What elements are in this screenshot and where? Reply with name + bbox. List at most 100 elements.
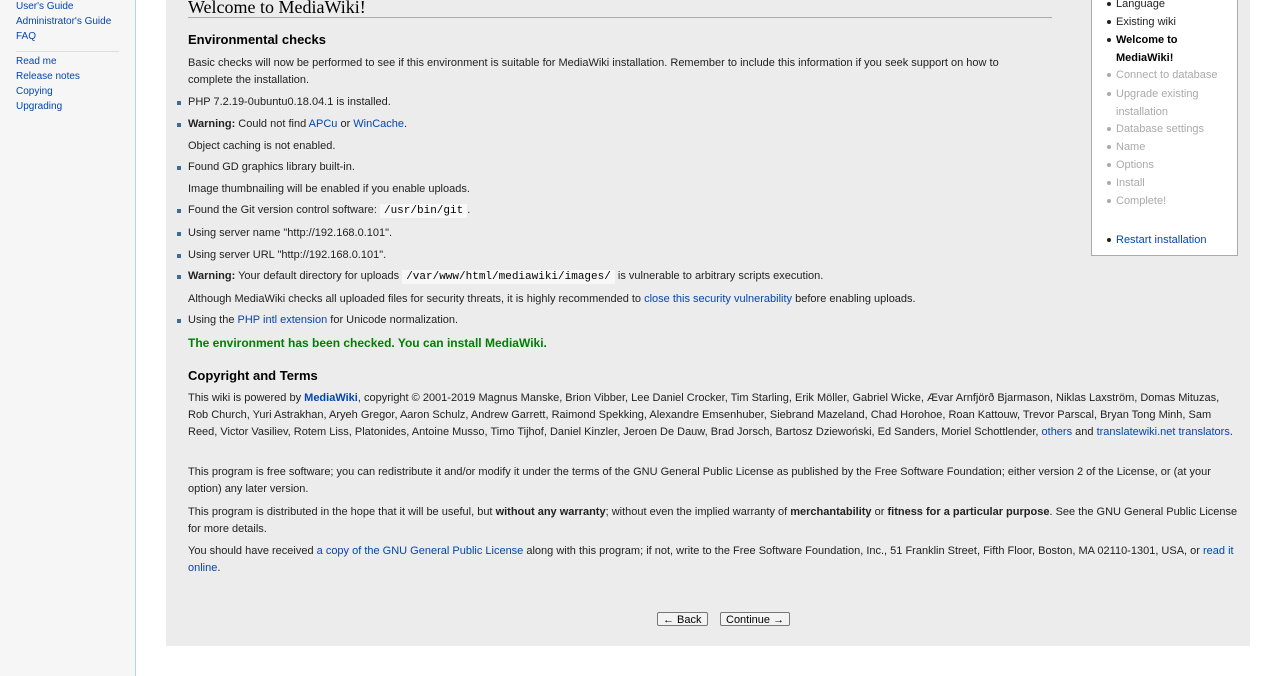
sidebar-info-list: Read me Release notes Copying Upgrading xyxy=(0,54,80,114)
bullet-icon xyxy=(177,166,181,170)
bullet-icon xyxy=(1107,163,1111,167)
env-checks-heading: Environmental checks xyxy=(188,32,326,47)
php-intl-link[interactable]: PHP intl extension xyxy=(238,314,328,326)
sidebar-separator xyxy=(16,51,119,52)
step-label: Complete! xyxy=(1116,195,1167,207)
bullet-icon xyxy=(177,232,181,236)
bullet-icon xyxy=(1107,92,1111,96)
sidebar-link-readme[interactable]: Read me xyxy=(16,54,80,69)
warning-label: Warning: xyxy=(188,270,236,282)
step-label: Language xyxy=(1116,0,1165,10)
step-existing-wiki: Existing wiki xyxy=(1107,13,1234,31)
security-note-end: before enabling uploads. xyxy=(792,293,916,305)
check-gd-text: Found GD graphics library built-in. xyxy=(188,161,355,173)
check-server-url: Using server URL "http://192.168.0.101". xyxy=(177,247,386,264)
sidebar-link-readme-text[interactable]: Read me xyxy=(16,56,57,67)
sidebar-link-admin-guide-text[interactable]: Administrator's Guide xyxy=(16,16,111,27)
period: . xyxy=(217,562,221,574)
sidebar-link-users-guide-text[interactable]: User's Guide xyxy=(16,1,74,12)
bullet-icon xyxy=(1107,181,1111,185)
warranty-text: or xyxy=(871,506,888,518)
bullet-icon xyxy=(1107,238,1111,242)
env-intro: Basic checks will now be performed to se… xyxy=(188,57,999,86)
upload-text-end: is vulnerable to arbitrary scripts execu… xyxy=(614,270,824,282)
mediawiki-link[interactable]: MediaWiki xyxy=(304,392,358,404)
restart-installation-item[interactable]: Restart installation xyxy=(1107,231,1234,249)
step-label: Database settings xyxy=(1116,123,1205,135)
period: . xyxy=(1229,426,1233,438)
step-install: Install xyxy=(1107,174,1234,192)
step-label: Options xyxy=(1116,159,1154,171)
sidebar-link-release-notes[interactable]: Release notes xyxy=(16,69,80,84)
wincache-link[interactable]: WinCache xyxy=(353,118,404,130)
success-message: The environment has been checked. You ca… xyxy=(188,336,547,350)
warranty-bold: without any warranty xyxy=(495,506,606,518)
bullet-icon xyxy=(177,209,181,213)
warranty-paragraph: This program is distributed in the hope … xyxy=(188,504,1240,538)
bullet-icon xyxy=(177,123,181,127)
restart-installation-link[interactable]: Restart installation xyxy=(1116,234,1207,246)
intl-text: Using the xyxy=(188,314,238,326)
translators-link[interactable]: translatewiki.net translators xyxy=(1097,426,1230,438)
apcu-link[interactable]: APCu xyxy=(309,118,338,130)
back-button[interactable]: ← Back xyxy=(657,612,708,626)
upload-path: /var/www/html/mediawiki/images/ xyxy=(402,270,615,284)
step-welcome: Welcome to MediaWiki! xyxy=(1107,31,1234,67)
sidebar-link-faq-text[interactable]: FAQ xyxy=(16,31,36,42)
bullet-icon xyxy=(1107,38,1111,42)
server-name-text: Using server name "http://192.168.0.101"… xyxy=(188,227,393,239)
sidebar-link-admin-guide[interactable]: Administrator's Guide xyxy=(16,14,111,29)
sidebar: User's Guide Administrator's Guide FAQ R… xyxy=(0,0,136,676)
step-complete: Complete! xyxy=(1107,192,1234,210)
step-upgrade-existing: Upgrade existing installation xyxy=(1107,85,1234,121)
sidebar-link-copying[interactable]: Copying xyxy=(16,84,80,99)
check-php-text: PHP 7.2.19-0ubuntu0.18.04.1 is installed… xyxy=(188,96,391,108)
security-vulnerability-link[interactable]: close this security vulnerability xyxy=(644,293,792,305)
step-connect-database: Connect to database xyxy=(1107,66,1234,84)
check-gd: Found GD graphics library built-in. xyxy=(177,159,355,176)
bullet-icon xyxy=(1107,20,1111,24)
others-link[interactable]: others xyxy=(1042,426,1073,438)
sidebar-link-upgrading[interactable]: Upgrading xyxy=(16,99,80,114)
page-title: Welcome to MediaWiki! xyxy=(188,0,1052,18)
and-text: and xyxy=(1072,426,1097,438)
warranty-text: This program is distributed in the hope … xyxy=(188,506,496,518)
step-label: Name xyxy=(1116,141,1146,153)
check-upload-warning: Warning: Your default directory for uplo… xyxy=(177,268,824,286)
bullet-icon xyxy=(177,319,181,323)
sidebar-link-faq[interactable]: FAQ xyxy=(16,29,111,44)
bullet-icon xyxy=(177,275,181,279)
copyright-text: This wiki is powered by xyxy=(188,392,305,404)
sidebar-link-users-guide[interactable]: User's Guide xyxy=(16,0,111,14)
content-area: Welcome to MediaWiki! Environmental chec… xyxy=(166,0,1250,646)
gpl-copy-link[interactable]: a copy of the GNU General Public License xyxy=(317,545,524,557)
check-cache-warning: Warning: Could not find APCu or WinCache… xyxy=(177,116,408,133)
step-name: Name xyxy=(1107,138,1234,156)
git-path: /usr/bin/git xyxy=(379,204,468,218)
cache-note: Object caching is not enabled. xyxy=(188,140,336,152)
step-label: Connect to database xyxy=(1116,69,1218,81)
copyright-authors: This wiki is powered by MediaWiki, copyr… xyxy=(188,390,1240,441)
check-php: PHP 7.2.19-0ubuntu0.18.04.1 is installed… xyxy=(177,94,391,111)
installation-steps-panel: Language Existing wiki Welcome to MediaW… xyxy=(1091,0,1238,256)
git-text: Found the Git version control software: xyxy=(188,204,380,216)
bullet-icon xyxy=(1107,73,1111,77)
bullet-icon xyxy=(177,254,181,258)
sidebar-docs-list: User's Guide Administrator's Guide FAQ xyxy=(0,0,111,44)
or-text: or xyxy=(337,118,354,130)
warning-label: Warning: xyxy=(188,118,236,130)
check-server-name: Using server name "http://192.168.0.101"… xyxy=(177,225,393,242)
license-paragraph: This program is free software; you can r… xyxy=(188,466,1211,495)
check-intl: Using the PHP intl extension for Unicode… xyxy=(177,312,459,329)
sidebar-link-upgrading-text[interactable]: Upgrading xyxy=(16,101,62,112)
step-label: Upgrade existing installation xyxy=(1116,88,1199,118)
period: . xyxy=(404,118,408,130)
bullet-icon xyxy=(177,101,181,105)
sidebar-link-copying-text[interactable]: Copying xyxy=(16,86,53,97)
intl-text-end: for Unicode normalization. xyxy=(327,314,459,326)
sidebar-link-release-notes-text[interactable]: Release notes xyxy=(16,71,80,82)
bullet-icon xyxy=(1107,199,1111,203)
bullet-icon xyxy=(1107,145,1111,149)
cache-text: Could not find xyxy=(235,118,309,130)
continue-button[interactable]: Continue → xyxy=(720,612,791,626)
